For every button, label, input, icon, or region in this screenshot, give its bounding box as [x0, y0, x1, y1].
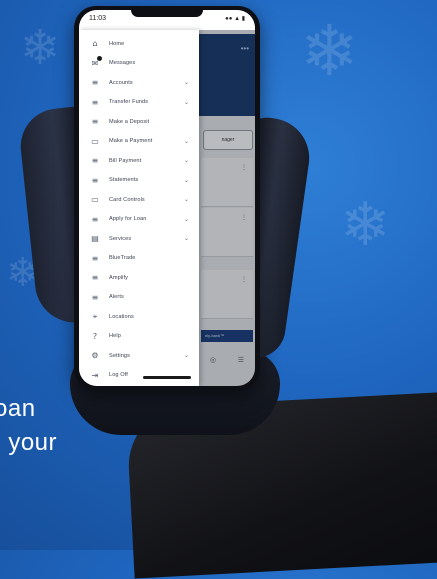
chevron-down-icon[interactable]: ⌄	[184, 235, 189, 242]
drawer-item-card-controls[interactable]: ▭ Card Controls ⌄	[79, 190, 199, 210]
chevron-down-icon[interactable]: ⌄	[184, 79, 189, 86]
drawer-item-alerts[interactable]: ≡ Alerts	[79, 288, 199, 308]
help-icon: ?	[92, 331, 98, 341]
chevron-down-icon[interactable]: ⌄	[184, 157, 189, 164]
navigation-drawer: ⌂ Home ✉ Messages ≡ Accounts ⌄ ≡ Transfer Funds ⌄…	[79, 30, 199, 386]
drawer-item-label: Make a Deposit	[109, 118, 150, 125]
gear-icon: ⚙	[91, 351, 99, 361]
notification-badge	[97, 56, 102, 62]
snowflake-icon: ❄	[300, 10, 359, 92]
drawer-item-label: Accounts	[109, 79, 133, 86]
drawer-menu: ⌂ Home ✉ Messages ≡ Accounts ⌄ ≡ Transfer Funds ⌄…	[79, 30, 199, 385]
drawer-item-label: Statements	[109, 177, 139, 184]
promo-line-2: , your	[0, 429, 58, 456]
list-icon: ≡	[91, 117, 99, 127]
drawer-item-bill-payment[interactable]: ≡ Bill Payment ⌄	[79, 151, 199, 171]
drawer-item-home[interactable]: ⌂ Home	[79, 34, 199, 54]
drawer-item-label: Amplify	[109, 274, 129, 281]
card-icon: ▭	[91, 136, 99, 146]
status-icons: ●● ▲ ▮	[225, 16, 245, 22]
drawer-scrim[interactable]	[199, 10, 255, 386]
list-icon: ≡	[91, 292, 99, 302]
drawer-item-label: Make a Payment	[109, 138, 153, 145]
drawer-item-label: Alerts	[109, 294, 124, 301]
drawer-item-label: Locations	[109, 313, 134, 320]
drawer-item-label: Help	[109, 333, 121, 340]
drawer-item-amplify[interactable]: ≡ Amplify	[79, 268, 199, 288]
list-icon: ≡	[91, 175, 99, 185]
calendar-icon: ▤	[91, 234, 99, 244]
drawer-item-label: Settings	[109, 352, 131, 359]
drawer-item-label: Messages	[109, 60, 136, 67]
list-icon: ≡	[91, 253, 99, 263]
card-icon: ▭	[91, 195, 99, 205]
drawer-item-label: Home	[109, 40, 125, 47]
snowflake-icon: ❄	[340, 190, 391, 260]
status-time: 11:03	[89, 15, 106, 22]
list-icon: ≡	[91, 273, 99, 283]
drawer-item-label: Card Controls	[109, 196, 145, 203]
messages-icon: ✉	[89, 56, 102, 69]
phone-screen: ••• nager ⋮ ⋮ ⋮ nly-bank™ ◎ ☰ 11:03 ●● ▲…	[79, 10, 255, 386]
home-indicator[interactable]	[143, 376, 191, 379]
phone-device: ••• nager ⋮ ⋮ ⋮ nly-bank™ ◎ ☰ 11:03 ●● ▲…	[74, 6, 260, 390]
list-icon: ≡	[91, 78, 99, 88]
drawer-item-messages[interactable]: ✉ Messages	[79, 54, 199, 74]
chevron-down-icon[interactable]: ⌄	[184, 99, 189, 106]
chevron-down-icon[interactable]: ⌄	[184, 196, 189, 203]
drawer-item-label: Log Off	[109, 372, 128, 379]
snowflake-icon: ❄	[20, 20, 61, 76]
drawer-item-make-a-deposit[interactable]: ≡ Make a Deposit	[79, 112, 199, 132]
drawer-item-bluetrade[interactable]: ≡ BlueTrade	[79, 249, 199, 269]
list-icon: ≡	[91, 156, 99, 166]
location-pin-icon: ⌖	[92, 311, 98, 321]
drawer-item-help[interactable]: ? Help	[79, 327, 199, 347]
drawer-item-make-a-payment[interactable]: ▭ Make a Payment ⌄	[79, 132, 199, 152]
drawer-item-label: Services	[109, 235, 132, 242]
drawer-item-services[interactable]: ▤ Services ⌄	[79, 229, 199, 249]
logout-icon: ⇥	[91, 370, 99, 380]
chevron-down-icon[interactable]: ⌄	[184, 138, 189, 145]
list-icon: ≡	[91, 97, 99, 107]
drawer-item-accounts[interactable]: ≡ Accounts ⌄	[79, 73, 199, 93]
home-icon: ⌂	[92, 39, 98, 49]
drawer-item-locations[interactable]: ⌖ Locations	[79, 307, 199, 327]
list-icon: ≡	[91, 214, 99, 224]
drawer-item-label: BlueTrade	[109, 255, 136, 262]
promo-text: oan , your	[0, 392, 57, 460]
drawer-item-transfer-funds[interactable]: ≡ Transfer Funds ⌄	[79, 93, 199, 113]
drawer-item-statements[interactable]: ≡ Statements ⌄	[79, 171, 199, 191]
chevron-down-icon[interactable]: ⌄	[184, 352, 189, 359]
drawer-item-settings[interactable]: ⚙ Settings ⌄	[79, 346, 199, 366]
chevron-down-icon[interactable]: ⌄	[184, 177, 189, 184]
phone-notch	[131, 10, 203, 17]
promo-line-1: oan	[0, 395, 36, 422]
chevron-down-icon[interactable]: ⌄	[184, 216, 189, 223]
drawer-item-apply-for-loan[interactable]: ≡ Apply for Loan ⌄	[79, 210, 199, 230]
drawer-item-label: Bill Payment	[109, 157, 142, 164]
drawer-item-label: Apply for Loan	[109, 216, 147, 223]
drawer-item-label: Transfer Funds	[109, 99, 149, 106]
